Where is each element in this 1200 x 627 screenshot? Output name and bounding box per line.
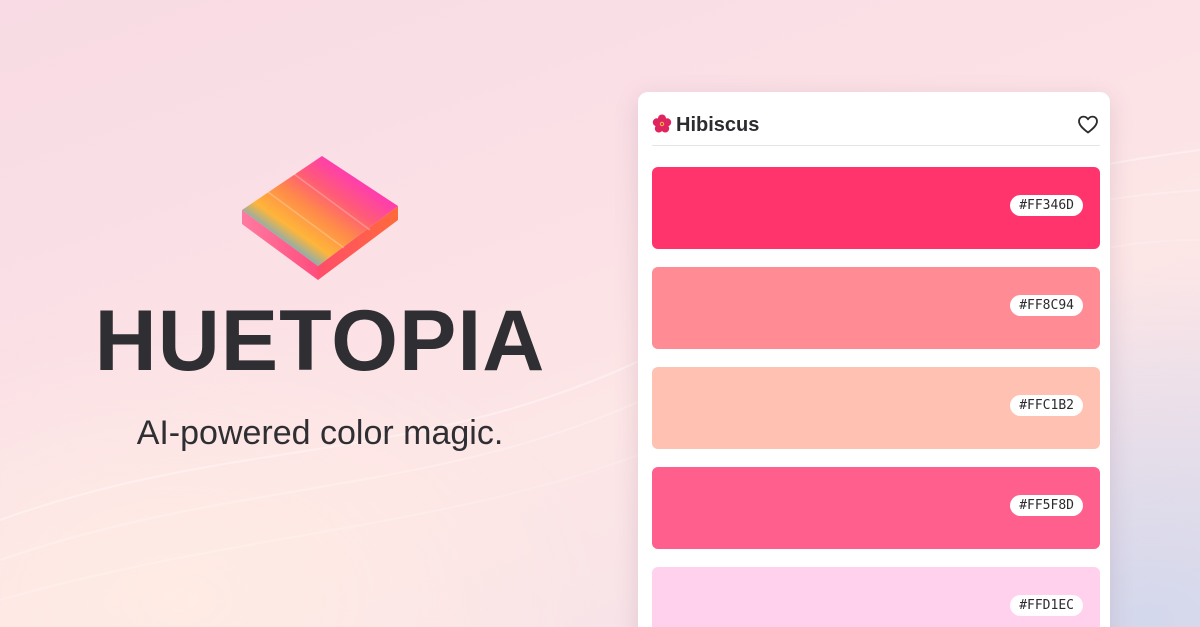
palette-card: Hibiscus #FF346D #FF8C94 #FFC1B2 #FF5F8D… xyxy=(638,92,1110,627)
hex-code-badge[interactable]: #FF8C94 xyxy=(1010,295,1083,316)
hex-code-badge[interactable]: #FFD1EC xyxy=(1010,595,1083,616)
color-swatch-4[interactable]: #FF5F8D xyxy=(652,467,1100,549)
hero-section: HUETOPIA AI-powered color magic. xyxy=(60,140,580,470)
huetopia-logo-icon xyxy=(242,156,398,280)
hibiscus-flower-icon xyxy=(652,114,672,133)
color-swatch-2[interactable]: #FF8C94 xyxy=(652,267,1100,349)
color-swatch-3[interactable]: #FFC1B2 xyxy=(652,367,1100,449)
brand-title: HUETOPIA xyxy=(94,293,546,389)
color-swatch-1[interactable]: #FF346D xyxy=(652,167,1100,249)
palette-header: Hibiscus xyxy=(652,110,1100,146)
palette-name: Hibiscus xyxy=(676,114,760,136)
hex-code-badge[interactable]: #FF346D xyxy=(1010,195,1083,216)
hex-code-badge[interactable]: #FFC1B2 xyxy=(1010,395,1083,416)
heart-icon[interactable] xyxy=(1076,112,1100,136)
hex-code-badge[interactable]: #FF5F8D xyxy=(1010,495,1083,516)
brand-tagline: AI-powered color magic. xyxy=(136,414,504,452)
color-swatch-5[interactable]: #FFD1EC xyxy=(652,567,1100,627)
